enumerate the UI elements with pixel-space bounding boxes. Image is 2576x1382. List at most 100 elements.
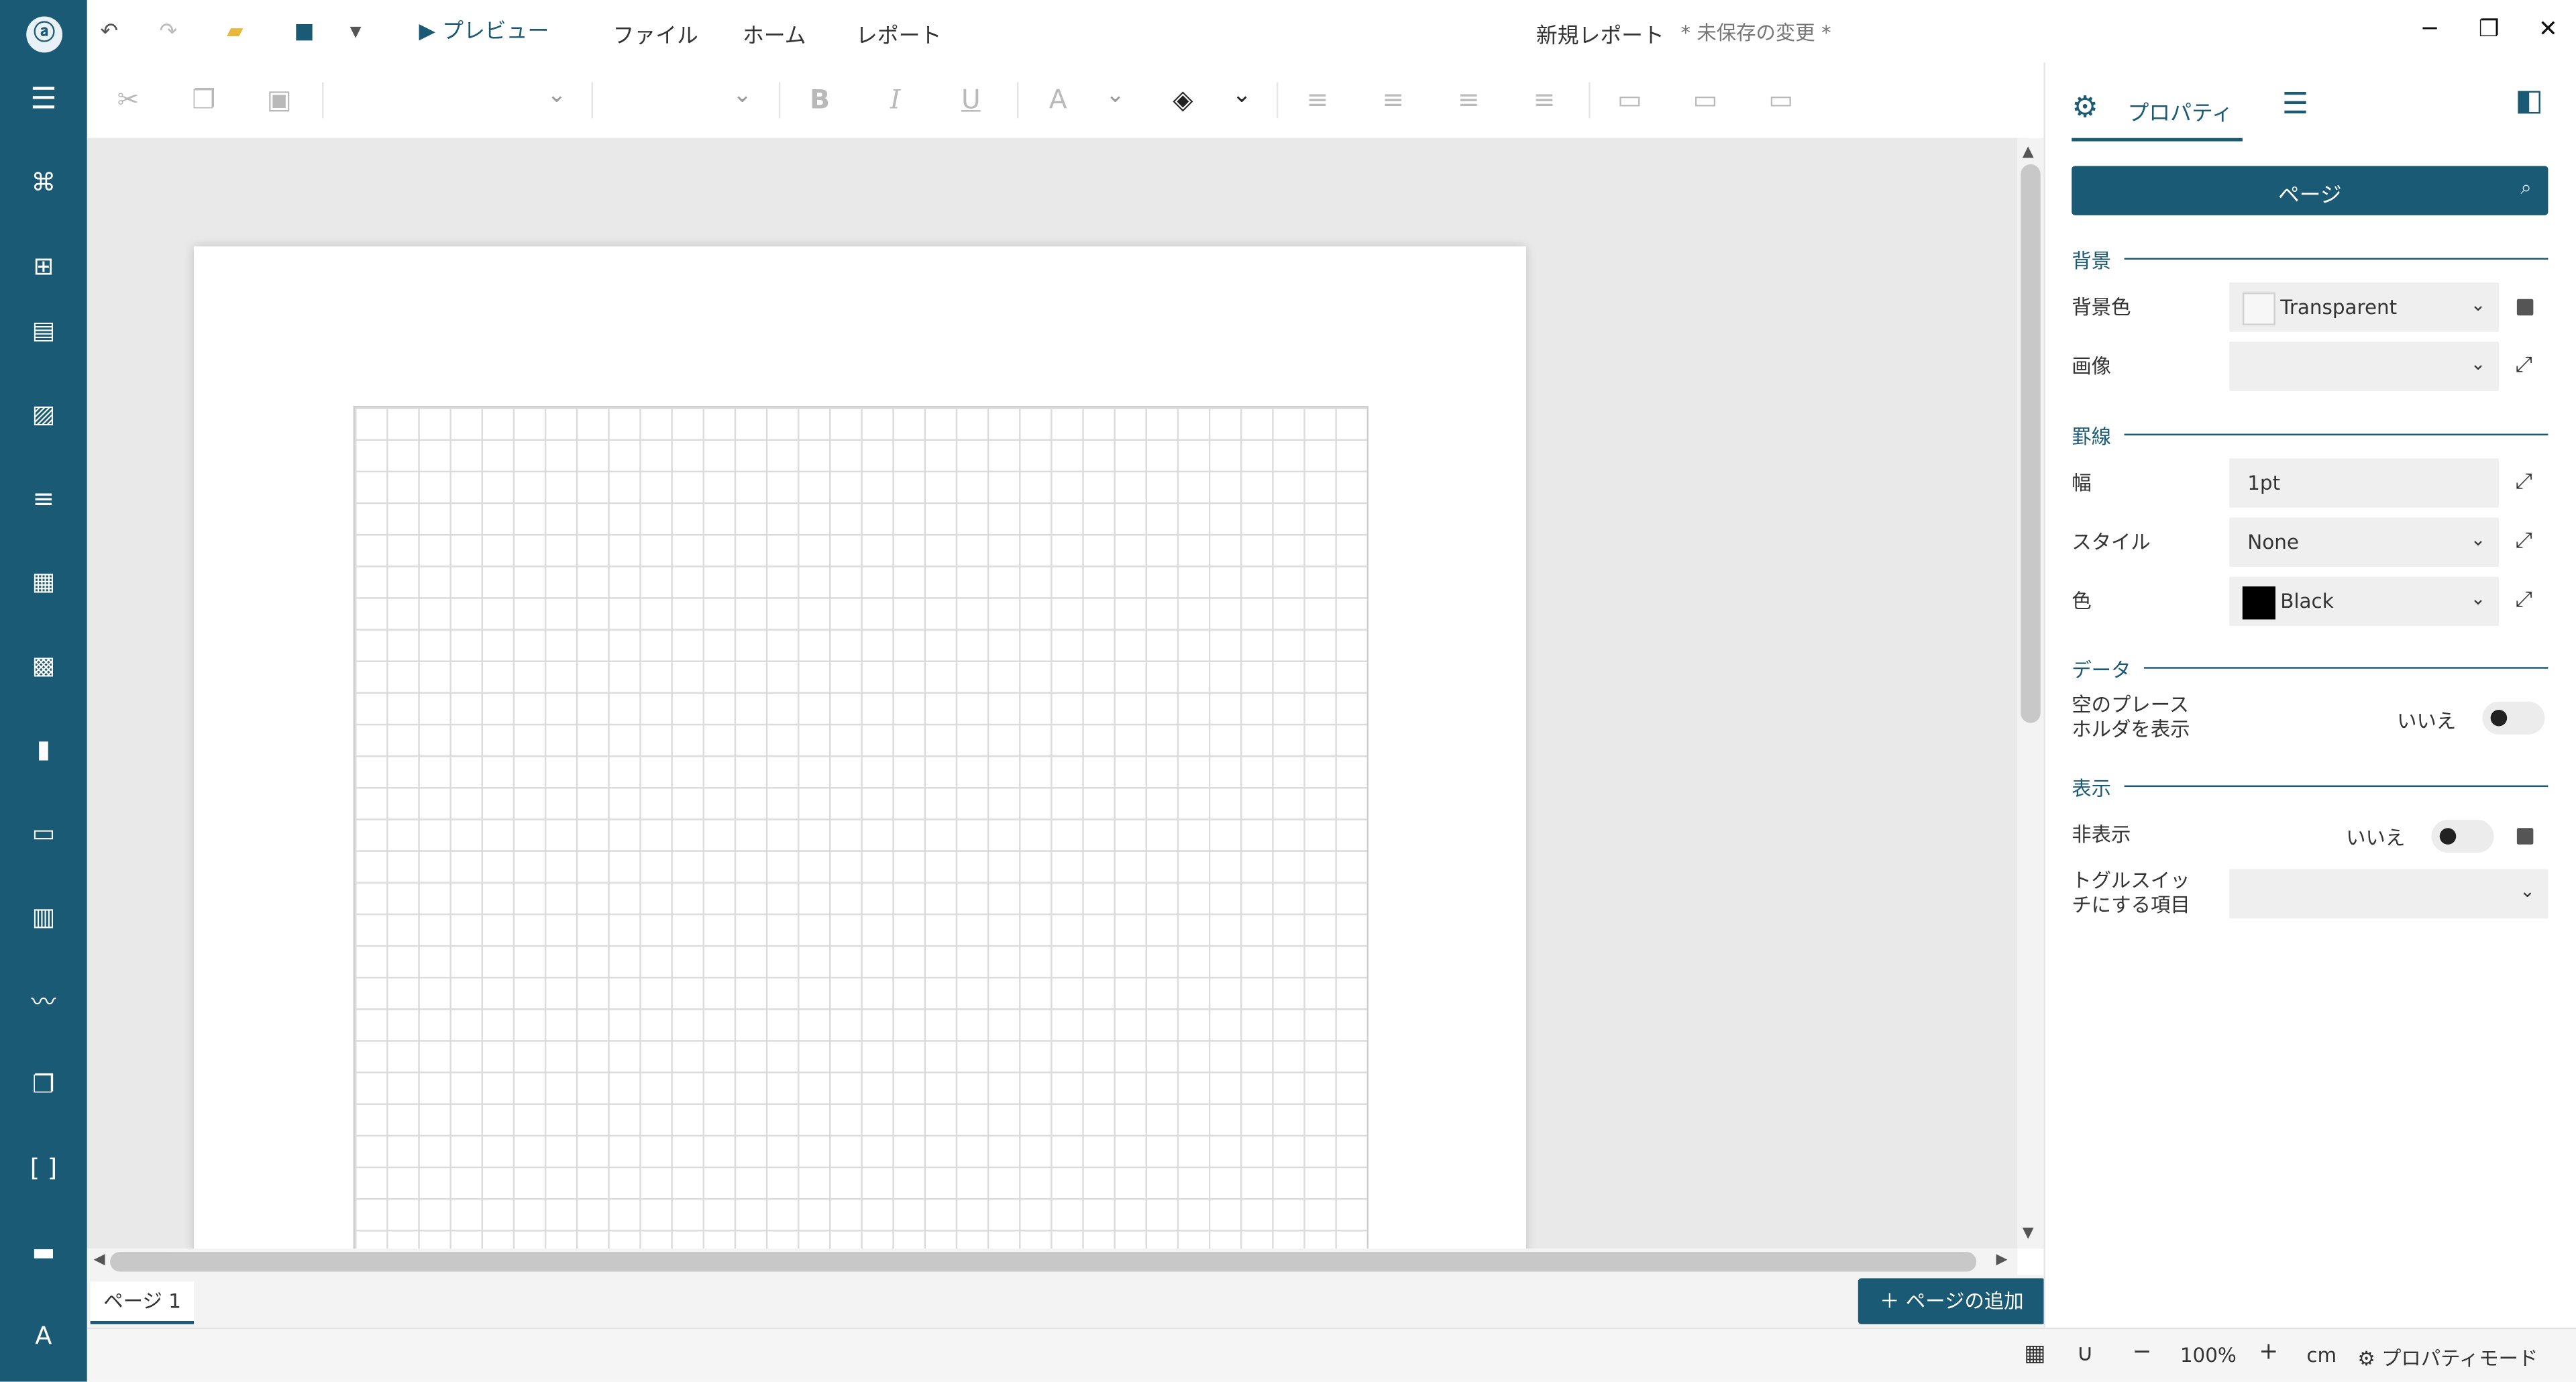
document-title: 新規レポート [1536,24,1664,50]
show-placeholder-toggle[interactable] [2482,701,2545,735]
font-size-dropdown-icon[interactable]: ⌄ [733,82,752,108]
page-body-grid[interactable] [353,405,1369,1249]
property-mode-button[interactable]: ⚙ プロパティモード [2357,1344,2538,1372]
menu-report[interactable]: レポート [856,18,941,50]
toolbar-divider [1016,82,1019,119]
vertical-scrollbar[interactable]: ▲ ▼ [2017,138,2044,1249]
design-canvas[interactable] [87,138,2018,1249]
components-icon[interactable]: ⊞ [0,238,87,294]
image-icon[interactable]: ▨ [0,386,87,442]
bold-icon[interactable]: B [800,82,840,118]
scroll-down-icon[interactable]: ▼ [2023,1226,2034,1242]
data-source-database-icon[interactable]: ☰ [2282,87,2309,121]
left-toolbox-rail: ⓐ ☰ ⌘ ⊞ ▤ ▨ ≡ ▦ ▩ ▮ ▭ ▥ 〰 ❐ [ ] ▬ A [0,0,87,1382]
scroll-up-icon[interactable]: ▲ [2023,145,2034,161]
minimize-icon[interactable]: ─ [2414,16,2447,42]
property-search-bar[interactable]: ページ ⌕ [2072,166,2548,215]
save-dropdown-icon[interactable]: ▼ [350,16,362,49]
vertical-scroll-thumb[interactable] [2021,164,2041,723]
grid-toggle-icon[interactable]: ▦ [2024,1340,2045,1367]
align-right-icon[interactable]: ≡ [1449,82,1489,118]
textbox-icon[interactable]: ▤ [0,303,87,358]
restore-icon[interactable]: ❐ [2473,16,2506,42]
table-icon[interactable]: ▦ [0,553,87,609]
underline-icon[interactable]: U [951,82,991,118]
align-center-icon[interactable]: ≡ [1373,82,1413,118]
valign-top-icon[interactable]: ▭ [1610,82,1650,118]
align-left-icon[interactable]: ≡ [1298,82,1338,118]
section-divider [2072,258,2548,260]
zoom-out-icon[interactable]: − [2133,1339,2152,1365]
hidden-toggle[interactable] [2431,820,2494,853]
hidden-reset-icon[interactable] [2516,828,2534,845]
section-divider [2072,785,2548,788]
page-tabs-bar: ページ 1 ＋ ページの追加 [87,1275,2046,1328]
tab-properties-label: プロパティ [2127,101,2233,127]
report-page[interactable] [193,246,1527,1249]
valign-bottom-icon[interactable]: ▭ [1761,82,1801,118]
expression-expand-icon[interactable]: ⤢ [2515,470,2532,494]
bar-chart-icon[interactable]: ▮ [0,721,87,777]
fill-color-dropdown-icon[interactable]: ⌄ [1232,82,1252,108]
cut-icon[interactable]: ✂ [109,82,148,118]
font-family-dropdown-icon[interactable]: ⌄ [547,82,567,108]
toggle-panel-icon[interactable]: ◧ [2515,84,2543,118]
horizontal-scroll-thumb[interactable] [110,1252,1977,1272]
bg-color-select[interactable]: Transparent ⌄ [2229,282,2499,332]
textbox-a-icon[interactable]: A [0,1308,87,1363]
toolbar-divider [1589,82,1591,119]
toggle-item-label-line2: チにする項目 [2072,894,2190,917]
image-select[interactable]: ⌄ [2229,341,2499,391]
paste-icon[interactable]: ▣ [260,82,299,118]
list-icon[interactable]: ≡ [0,470,87,525]
border-width-input[interactable]: 1pt [2229,458,2499,508]
border-width-value: 1pt [2247,471,2281,495]
chevron-down-icon: ⌄ [2470,529,2486,551]
save-icon[interactable]: ■ [294,16,314,49]
italic-icon[interactable]: I [875,82,915,118]
zoom-in-icon[interactable]: + [2259,1339,2278,1365]
tab-properties[interactable]: ⚙ プロパティ [2072,76,2243,142]
page-tab-1[interactable]: ページ 1 [90,1281,195,1324]
valign-middle-icon[interactable]: ▭ [1686,82,1725,118]
search-icon[interactable]: ⌕ [2520,176,2531,201]
undo-icon[interactable]: ↶ [100,16,118,49]
unit-selector[interactable]: cm [2306,1344,2337,1367]
preview-label: プレビュー [442,19,549,45]
bg-color-reset-icon[interactable] [2516,299,2534,316]
expression-expand-icon[interactable]: ⤢ [2515,588,2532,613]
snap-magnet-icon[interactable]: ∪ [2077,1340,2094,1367]
status-bar: ▦ ∪ − 100% + cm ⚙ プロパティモード [87,1327,2576,1382]
scroll-left-icon[interactable]: ◀ [94,1252,105,1268]
copy-icon[interactable]: ❐ [184,82,223,118]
close-icon[interactable]: ✕ [2532,16,2565,42]
fill-color-icon[interactable]: ◈ [1163,82,1203,118]
matrix-icon[interactable]: ▩ [0,637,87,693]
toggle-knob [2439,828,2457,845]
expression-expand-icon[interactable]: ⤢ [2515,529,2532,554]
font-color-icon[interactable]: A [1038,82,1078,118]
preview-button[interactable]: ▶ プレビュー [419,16,549,49]
add-page-button[interactable]: ＋ ページの追加 [1858,1278,2046,1324]
bullet-icon[interactable]: ▭ [0,805,87,861]
menu-file[interactable]: ファイル [612,18,698,50]
barcode-icon[interactable]: ▥ [0,889,87,945]
section-display: 表示 [2072,774,2548,802]
align-justify-icon[interactable]: ≡ [1525,82,1564,118]
toggle-item-select[interactable]: ⌄ [2229,869,2548,918]
expression-expand-icon[interactable]: ⤢ [2515,354,2532,378]
scroll-right-icon[interactable]: ▶ [1996,1252,2008,1268]
border-style-select[interactable]: None ⌄ [2229,517,2499,567]
subreport-icon[interactable]: ❐ [0,1057,87,1112]
horizontal-scrollbar[interactable]: ◀ ▶ [87,1248,2018,1275]
form-icon[interactable]: ▬ [0,1224,87,1280]
sparkline-icon[interactable]: 〰 [0,973,87,1028]
container-icon[interactable]: [ ] [0,1140,87,1196]
hamburger-menu-icon[interactable]: ☰ [0,70,87,126]
border-color-select[interactable]: Black ⌄ [2229,576,2499,627]
menu-home[interactable]: ホーム [743,18,806,50]
open-folder-icon[interactable]: ▰ [227,16,243,49]
tree-structure-icon[interactable]: ⌘ [0,154,87,210]
font-color-dropdown-icon[interactable]: ⌄ [1106,82,1125,108]
redo-icon[interactable]: ↷ [160,16,178,49]
